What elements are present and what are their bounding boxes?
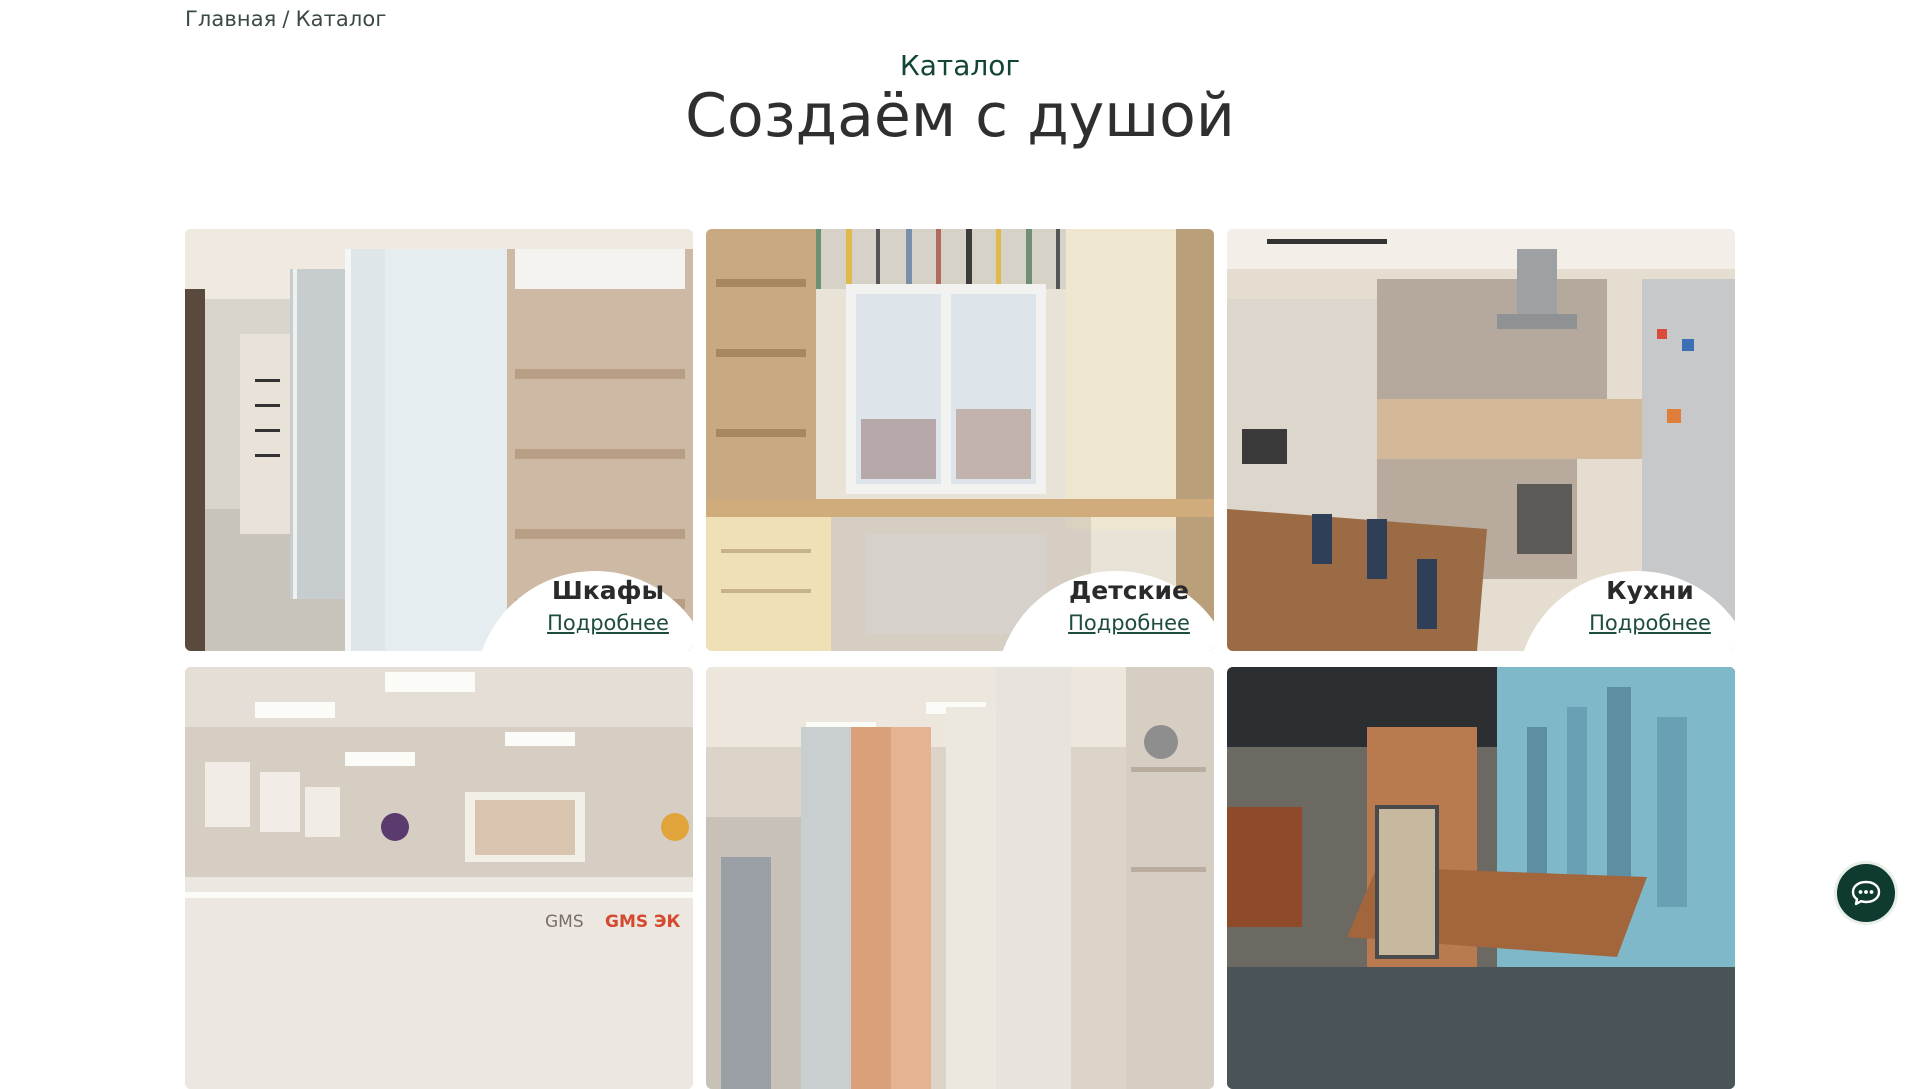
chat-bubble-icon bbox=[1851, 880, 1881, 906]
breadcrumb-separator: / bbox=[282, 7, 290, 31]
card-title: Детские bbox=[1069, 576, 1189, 605]
card-more-link[interactable]: Подробнее bbox=[547, 611, 669, 635]
catalog-card-reception[interactable]: GMS GMS ЭК bbox=[185, 667, 693, 1089]
chat-button[interactable] bbox=[1834, 861, 1898, 925]
hallway-wardrobe-photo bbox=[706, 667, 1214, 1089]
breadcrumb-home-link[interactable]: Главная bbox=[185, 7, 276, 31]
office-photo bbox=[1227, 667, 1735, 1089]
card-title: Шкафы bbox=[551, 576, 665, 605]
catalog-card-wardrobes[interactable]: Шкафы Подробнее bbox=[185, 229, 693, 651]
catalog-card-office[interactable] bbox=[1227, 667, 1735, 1089]
catalog-card-kids[interactable]: Детские Подробнее bbox=[706, 229, 1214, 651]
catalog-card-kitchens[interactable]: Кухни Подробнее bbox=[1227, 229, 1735, 651]
breadcrumb: Главная / Каталог bbox=[185, 7, 386, 31]
card-caption: Кухни Подробнее bbox=[1565, 576, 1735, 635]
clinic-logo-text-2: GMS ЭК bbox=[605, 912, 681, 932]
catalog-card-hallway[interactable] bbox=[706, 667, 1214, 1089]
catalog-grid: Шкафы Подробнее Детские Подробнее Кухни … bbox=[185, 229, 1735, 1089]
breadcrumb-current: Каталог bbox=[295, 7, 387, 31]
card-caption: Детские Подробнее bbox=[1044, 576, 1214, 635]
clinic-logo-text: GMS bbox=[545, 912, 584, 932]
card-more-link[interactable]: Подробнее bbox=[1589, 611, 1711, 635]
section-label: Каталог bbox=[899, 49, 1021, 82]
card-title: Кухни bbox=[1606, 576, 1694, 605]
card-caption: Шкафы Подробнее bbox=[523, 576, 693, 635]
page-title: Создаём с душой bbox=[685, 81, 1235, 151]
card-more-link[interactable]: Подробнее bbox=[1068, 611, 1190, 635]
clinic-reception-photo: GMS GMS ЭК bbox=[185, 667, 693, 1089]
